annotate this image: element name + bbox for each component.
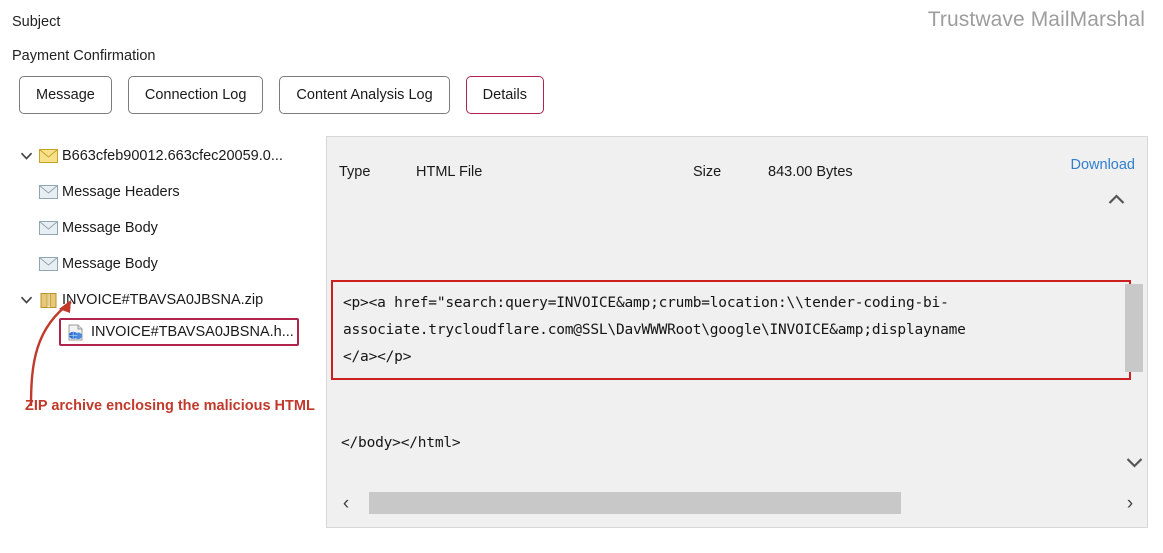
html-source-code-block: <p><a href="search:query=INVOICE&amp;cru…: [331, 280, 1131, 504]
horizontal-scrollbar[interactable]: ‹ ›: [335, 491, 1141, 515]
attachment-tree: B663cfeb90012.663cfec20059.0... Message …: [15, 136, 326, 506]
attachment-detail-panel: Type HTML File Size 843.00 Bytes Downloa…: [326, 136, 1148, 528]
envelope-yellow-icon: [37, 149, 59, 163]
chevron-down-icon[interactable]: [1125, 455, 1143, 473]
envelope-gray-icon: [37, 221, 59, 235]
subject-value: Payment Confirmation: [12, 48, 156, 64]
tree-item-label: Message Headers: [62, 184, 180, 200]
zip-archive-icon: [37, 292, 59, 309]
tree-item-label: INVOICE#TBAVSA0JBSNA.zip: [62, 292, 264, 308]
tab-message[interactable]: Message: [19, 76, 112, 114]
chevron-down-icon[interactable]: [15, 296, 37, 304]
code-line: associate.trycloudflare.com@SSL\DavWWWRo…: [343, 322, 966, 338]
annotation-label: ZIP archive enclosing the malicious HTML: [25, 398, 315, 414]
tree-item-message-root[interactable]: B663cfeb90012.663cfec20059.0...: [15, 138, 326, 174]
tree-item-label: INVOICE#TBAVSA0JBSNA.h...: [91, 324, 294, 340]
horizontal-scrollbar-track[interactable]: [363, 492, 1113, 514]
tree-item-message-body-1[interactable]: Message Body: [15, 210, 326, 246]
tree-item-label: B663cfeb90012.663cfec20059.0...: [62, 148, 283, 164]
chevron-down-icon[interactable]: [15, 152, 37, 160]
tree-item-label: Message Body: [62, 220, 158, 236]
code-tail-line: </body></html>: [341, 435, 461, 451]
tree-item-label: Message Body: [62, 256, 158, 272]
chevron-right-icon[interactable]: ›: [1119, 494, 1141, 513]
tab-connection-log[interactable]: Connection Log: [127, 76, 264, 114]
page-header: Subject Payment Confirmation Trustwave M…: [0, 0, 1163, 64]
chevron-up-icon[interactable]: [1108, 192, 1125, 210]
attachment-meta-row: Type HTML File Size 843.00 Bytes: [327, 137, 1147, 187]
type-label: Type: [339, 164, 371, 180]
tab-bar: Message Connection Log Content Analysis …: [0, 62, 1163, 114]
tree-item-message-body-2[interactable]: Message Body: [15, 246, 326, 282]
download-link[interactable]: Download: [1071, 157, 1136, 173]
type-value: HTML File: [416, 164, 483, 180]
tree-item-message-headers[interactable]: Message Headers: [15, 174, 326, 210]
envelope-gray-icon: [37, 257, 59, 271]
code-line: <p><a href="search:query=INVOICE&amp;cru…: [343, 295, 949, 311]
size-value: 843.00 Bytes: [768, 164, 853, 180]
vertical-scrollbar[interactable]: [1125, 284, 1143, 444]
html-file-icon: [65, 324, 87, 341]
product-brand-title: Trustwave MailMarshal: [927, 8, 1145, 31]
vertical-scrollbar-thumb[interactable]: [1125, 284, 1143, 372]
content-area: B663cfeb90012.663cfec20059.0... Message …: [0, 114, 1163, 528]
envelope-gray-icon: [37, 185, 59, 199]
code-line: </a></p>: [343, 349, 412, 365]
tree-item-html-attachment[interactable]: INVOICE#TBAVSA0JBSNA.h...: [59, 318, 299, 346]
tree-item-zip-archive[interactable]: INVOICE#TBAVSA0JBSNA.zip: [15, 282, 326, 318]
tab-content-analysis-log[interactable]: Content Analysis Log: [279, 76, 450, 114]
size-label: Size: [693, 164, 722, 180]
tab-details[interactable]: Details: [465, 76, 544, 114]
horizontal-scrollbar-thumb[interactable]: [369, 492, 901, 514]
chevron-left-icon[interactable]: ‹: [335, 494, 357, 513]
